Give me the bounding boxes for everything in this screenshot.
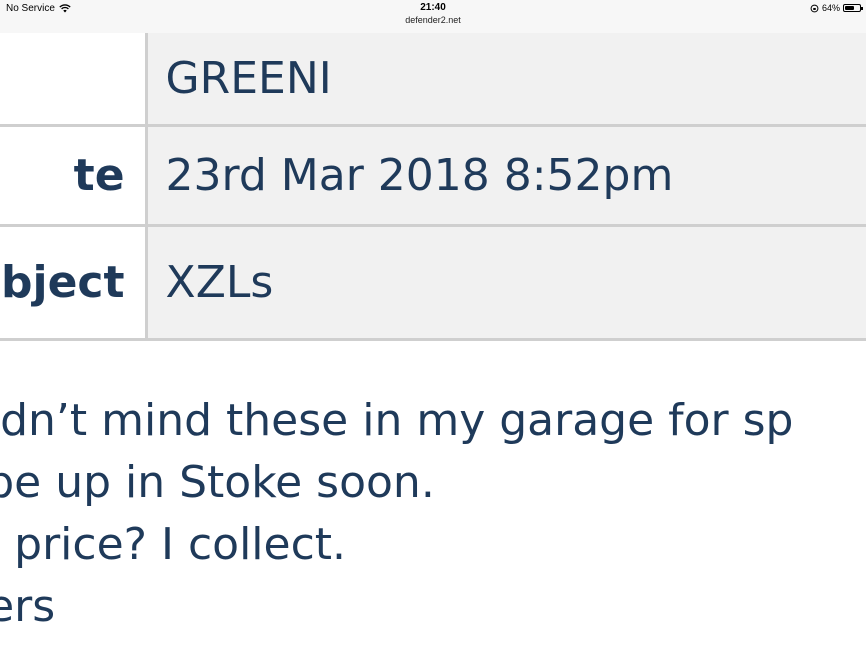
row-label: bject xyxy=(0,225,148,341)
battery-tip xyxy=(861,7,863,10)
rotation-lock-icon xyxy=(810,4,819,12)
message-info-table: GREENI te 23rd Mar 2018 8:52pm bject XZL… xyxy=(0,33,866,341)
status-time: 21:40 xyxy=(420,2,446,13)
author-value: GREENI xyxy=(146,33,866,127)
address-url[interactable]: defender2.net xyxy=(0,14,866,26)
table-row: te 23rd Mar 2018 8:52pm xyxy=(0,125,866,227)
row-label: te xyxy=(0,125,148,227)
battery-icon xyxy=(843,4,863,12)
table-row: bject XZLs xyxy=(0,225,866,341)
row-label xyxy=(0,33,148,127)
message-line: uldn’t mind these in my garage for sp xyxy=(0,395,794,446)
table-row: GREENI xyxy=(0,33,866,127)
subject-value: XZLs xyxy=(146,225,866,341)
message-line: st price? I collect. xyxy=(0,519,347,570)
message-body: uldn’t mind these in my garage for sp l … xyxy=(0,390,866,638)
battery-percent: 64% xyxy=(821,3,840,13)
message-line: l be up in Stoke soon. xyxy=(0,457,435,508)
status-center: 21:40 defender2.net xyxy=(0,2,866,26)
date-value: 23rd Mar 2018 8:52pm xyxy=(146,125,866,227)
battery-fill xyxy=(845,6,854,10)
message-line: eers xyxy=(0,581,56,632)
ios-status-bar: No Service 21:40 defender2.net 64% xyxy=(0,0,866,34)
status-right: 64% xyxy=(810,3,863,13)
